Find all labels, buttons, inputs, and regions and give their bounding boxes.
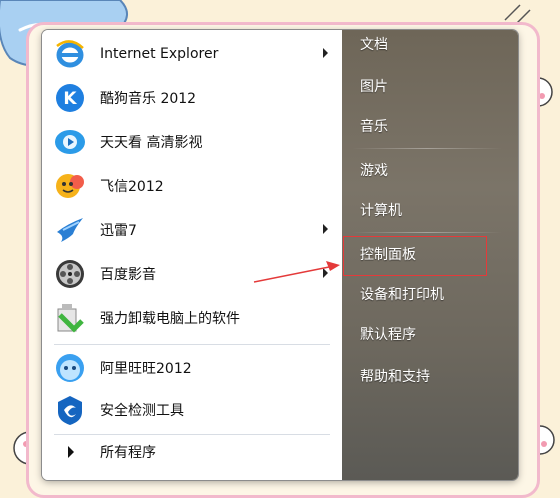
kugou-music-icon: K: [52, 80, 88, 116]
program-label: 安全检测工具: [100, 403, 184, 419]
tiantiankan-icon: [52, 124, 88, 160]
svg-text:K: K: [63, 89, 77, 109]
program-label: 阿里旺旺2012: [100, 361, 192, 377]
place-devices-printers[interactable]: 设备和打印机: [360, 284, 444, 304]
separator: [352, 148, 502, 149]
program-thunder[interactable]: 迅雷7: [52, 210, 332, 250]
program-fetion[interactable]: 飞信2012: [52, 166, 332, 206]
place-music[interactable]: 音乐: [360, 116, 388, 136]
all-programs-label: 所有程序: [100, 445, 156, 461]
baidu-player-icon: [52, 256, 88, 292]
all-programs-button[interactable]: 所有程序: [52, 436, 332, 468]
submenu-arrow-icon[interactable]: [323, 224, 328, 234]
thunder-icon: [52, 212, 88, 248]
program-label: 酷狗音乐 2012: [100, 91, 197, 107]
program-label: 强力卸载电脑上的软件: [100, 311, 240, 327]
submenu-arrow-icon[interactable]: [323, 268, 328, 278]
program-baidu-player[interactable]: 百度影音: [52, 254, 332, 294]
place-documents[interactable]: 文档: [360, 34, 388, 54]
place-computer[interactable]: 计算机: [360, 200, 402, 220]
program-label: 天天看 高清影视: [100, 135, 203, 151]
program-uninstaller[interactable]: 强力卸载电脑上的软件: [52, 298, 332, 338]
programs-pane: Internet Explorer K 酷狗音乐 2012 天天看 高清影视 飞…: [42, 30, 343, 480]
control-panel-highlight-box: [343, 236, 487, 276]
submenu-arrow-icon[interactable]: [323, 48, 328, 58]
program-label: 迅雷7: [100, 223, 137, 239]
program-kugou-music[interactable]: K 酷狗音乐 2012: [52, 78, 332, 118]
separator: [352, 232, 502, 233]
program-label: 飞信2012: [100, 179, 164, 195]
internet-explorer-icon: [52, 36, 88, 72]
place-help-support[interactable]: 帮助和支持: [360, 366, 430, 386]
aliwangwang-icon: [52, 350, 88, 386]
place-pictures[interactable]: 图片: [360, 76, 388, 96]
uninstaller-icon: [52, 300, 88, 336]
program-label: Internet Explorer: [100, 46, 219, 62]
separator: [54, 344, 330, 345]
place-games[interactable]: 游戏: [360, 160, 388, 180]
fetion-icon: [52, 168, 88, 204]
separator: [54, 434, 330, 435]
program-label: 百度影音: [100, 267, 156, 283]
expand-triangle-icon: [68, 446, 74, 458]
security-check-icon: [52, 392, 88, 428]
program-security-check[interactable]: 安全检测工具: [52, 390, 332, 430]
program-tiantiankan[interactable]: 天天看 高清影视: [52, 122, 332, 162]
program-aliwangwang[interactable]: 阿里旺旺2012: [52, 348, 332, 388]
place-default-programs[interactable]: 默认程序: [360, 324, 416, 344]
program-internet-explorer[interactable]: Internet Explorer: [52, 34, 332, 74]
